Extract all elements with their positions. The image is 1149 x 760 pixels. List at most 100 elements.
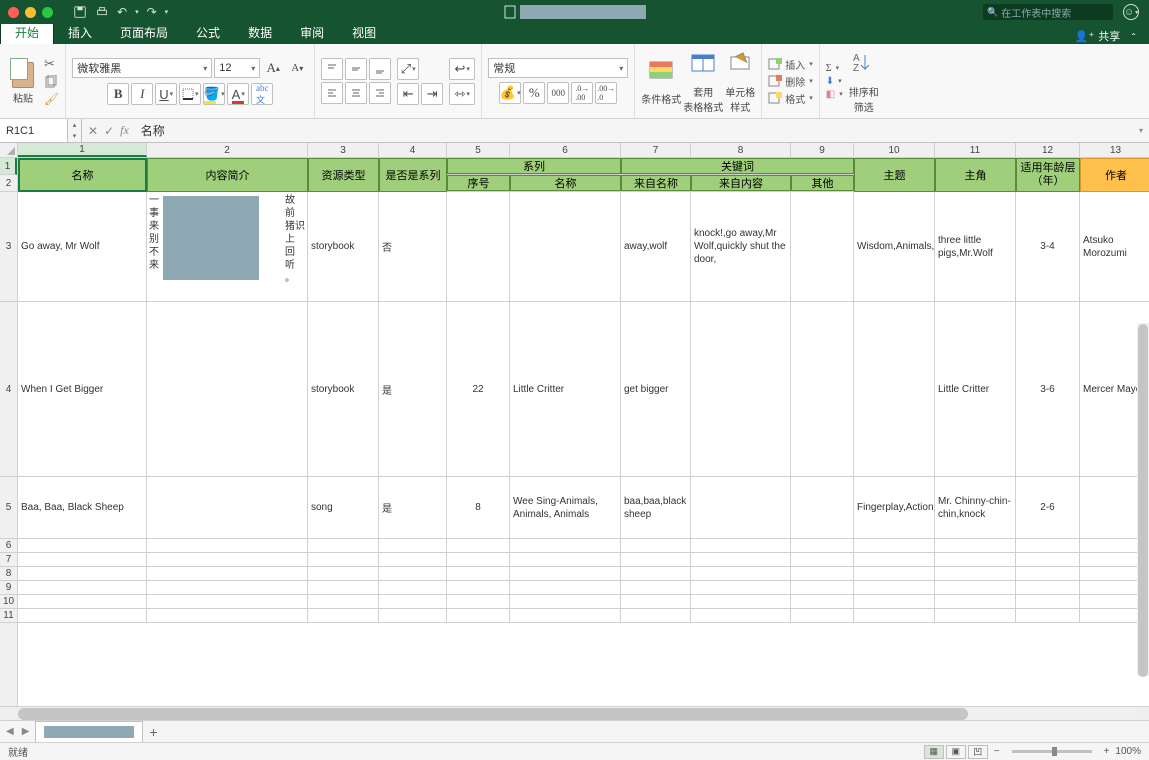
align-middle-icon[interactable]	[345, 58, 367, 80]
paste-button[interactable]	[10, 58, 36, 88]
empty-cell[interactable]	[935, 609, 1016, 622]
delete-cells-button[interactable]: 删除▾	[768, 74, 813, 89]
vertical-scrollbar[interactable]	[1137, 323, 1149, 676]
empty-cell[interactable]	[308, 567, 379, 580]
data-cell[interactable]: Go away, Mr Wolf	[18, 192, 147, 301]
decrease-font-icon[interactable]: A▾	[286, 57, 308, 79]
empty-cell[interactable]	[791, 595, 854, 608]
font-color-button[interactable]: A▾	[227, 83, 249, 105]
empty-cell[interactable]	[147, 539, 308, 552]
empty-cell[interactable]	[379, 595, 447, 608]
copy-icon[interactable]	[44, 75, 58, 89]
data-cell[interactable]: three little pigs,Mr.Wolf	[935, 192, 1016, 301]
empty-cell[interactable]	[1016, 539, 1080, 552]
empty-cell[interactable]	[791, 567, 854, 580]
sheet-tab[interactable]	[35, 721, 143, 742]
empty-cell[interactable]	[854, 553, 935, 566]
empty-cell[interactable]	[379, 553, 447, 566]
format-cells-button[interactable]: 格式▾	[768, 91, 813, 106]
data-cell[interactable]: Baa, Baa, Black Sheep	[18, 477, 147, 538]
empty-cell[interactable]	[147, 581, 308, 594]
empty-cell[interactable]	[935, 539, 1016, 552]
empty-cell[interactable]	[1016, 595, 1080, 608]
data-cell[interactable]	[510, 192, 621, 301]
data-cell[interactable]: Mr. Chinny-chin-chin,knock	[935, 477, 1016, 538]
cut-icon[interactable]: ✂	[44, 56, 59, 72]
font-name-combo[interactable]: 微软雅黑▾	[72, 58, 212, 78]
empty-cell[interactable]	[447, 609, 510, 622]
empty-cell[interactable]	[691, 553, 791, 566]
empty-cell[interactable]	[621, 609, 691, 622]
empty-cell[interactable]	[935, 581, 1016, 594]
data-cell[interactable]: 一 事 来 别 不 来 故 前 猪识 上 回 听 。	[147, 192, 308, 301]
fill-button[interactable]: ⬇▾	[826, 76, 843, 87]
cell-styles-icon[interactable]	[725, 49, 755, 79]
header-cell-age[interactable]: 适用年龄层 （年）	[1016, 158, 1080, 192]
underline-button[interactable]: U▾	[155, 83, 177, 105]
data-cell[interactable]: get bigger	[621, 302, 691, 476]
data-cell[interactable]: knock!,go away,Mr Wolf,quickly shut the …	[691, 192, 791, 301]
currency-button[interactable]: 💰▾	[499, 82, 521, 104]
empty-cell[interactable]	[621, 595, 691, 608]
header-cell-seriesname[interactable]: 名称	[510, 175, 621, 191]
feedback-smile-icon[interactable]: ☺▾	[1123, 4, 1139, 20]
empty-cell[interactable]	[447, 539, 510, 552]
sort-filter-icon[interactable]: AZ	[849, 49, 879, 79]
empty-cell[interactable]	[18, 567, 147, 580]
conditional-format-icon[interactable]	[646, 56, 676, 86]
data-cell[interactable]	[691, 477, 791, 538]
border-button[interactable]: ▾	[179, 83, 201, 105]
empty-cell[interactable]	[854, 609, 935, 622]
col-header[interactable]: 8	[691, 143, 791, 157]
dropdown-tiny[interactable]: ▾	[165, 8, 169, 16]
clear-button[interactable]: ◧▾	[826, 89, 843, 100]
data-cell[interactable]: 是	[379, 477, 447, 538]
empty-cell[interactable]	[447, 567, 510, 580]
undo-icon[interactable]: ↶	[117, 5, 127, 19]
empty-cell[interactable]	[935, 567, 1016, 580]
data-cell[interactable]: 是	[379, 302, 447, 476]
table-format-icon[interactable]	[688, 49, 718, 79]
tab-layout[interactable]: 页面布局	[106, 22, 182, 44]
close-window-button[interactable]	[8, 7, 19, 18]
empty-cell[interactable]	[621, 567, 691, 580]
data-cell[interactable]: Fingerplay,Action	[854, 477, 935, 538]
data-cell[interactable]: Little Critter	[510, 302, 621, 476]
tab-formulas[interactable]: 公式	[182, 22, 234, 44]
normal-view-button[interactable]: ▦	[924, 745, 944, 759]
empty-cell[interactable]	[379, 567, 447, 580]
empty-cell[interactable]	[854, 581, 935, 594]
cells-area[interactable]: 名称 内容简介 资源类型 是否是系列 系列 关键词 主题 主角 适用年龄层 （年…	[18, 158, 1149, 706]
row-header[interactable]: 7	[0, 553, 17, 567]
redo-icon[interactable]: ↷	[147, 5, 157, 19]
empty-cell[interactable]	[379, 539, 447, 552]
empty-cell[interactable]	[147, 567, 308, 580]
page-layout-view-button[interactable]: ▣	[946, 745, 966, 759]
minimize-window-button[interactable]	[25, 7, 36, 18]
data-cell[interactable]	[854, 302, 935, 476]
data-cell[interactable]: Atsuko Morozumi	[1080, 192, 1149, 301]
empty-cell[interactable]	[1016, 567, 1080, 580]
data-cell[interactable]	[147, 302, 308, 476]
empty-cell[interactable]	[1016, 581, 1080, 594]
data-cell[interactable]: 3-6	[1016, 302, 1080, 476]
print-icon[interactable]	[95, 5, 109, 19]
empty-cell[interactable]	[147, 609, 308, 622]
fx-icon[interactable]: fx	[120, 123, 129, 138]
empty-cell[interactable]	[691, 567, 791, 580]
row-header[interactable]: 6	[0, 539, 17, 553]
increase-font-icon[interactable]: A▴	[262, 57, 284, 79]
select-all-button[interactable]	[0, 143, 18, 158]
empty-cell[interactable]	[510, 581, 621, 594]
align-left-icon[interactable]	[321, 82, 343, 104]
align-right-icon[interactable]	[369, 82, 391, 104]
empty-cell[interactable]	[447, 581, 510, 594]
tab-home[interactable]: 开始	[0, 21, 54, 44]
indent-right-button[interactable]: ⇥	[421, 83, 443, 105]
empty-cell[interactable]	[791, 553, 854, 566]
empty-cell[interactable]	[308, 581, 379, 594]
row-header[interactable]: 1	[0, 158, 17, 175]
empty-cell[interactable]	[791, 539, 854, 552]
empty-cell[interactable]	[510, 609, 621, 622]
empty-cell[interactable]	[510, 553, 621, 566]
